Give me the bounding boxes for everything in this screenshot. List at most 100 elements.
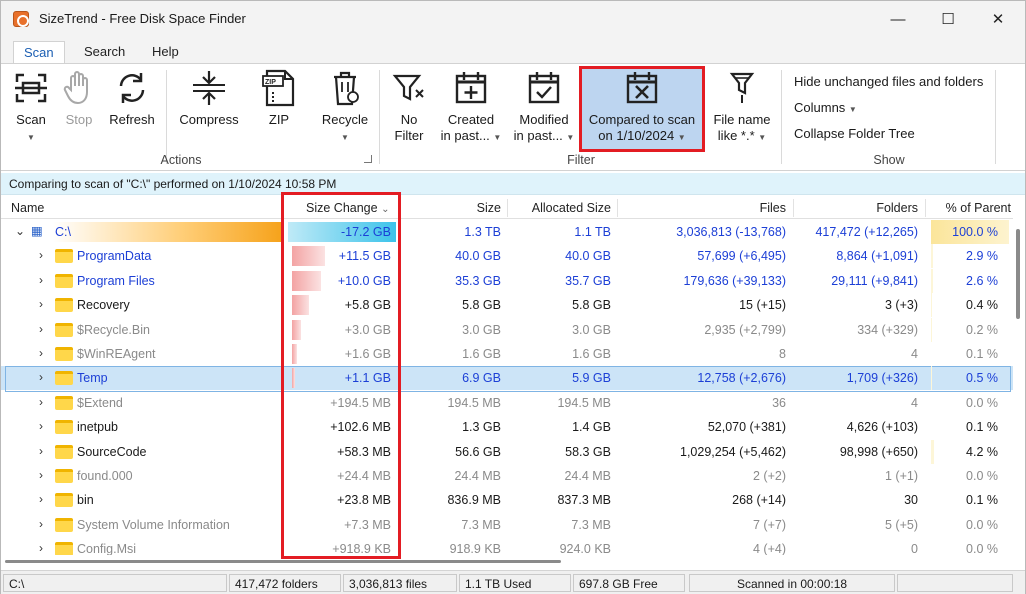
column-divider[interactable] — [399, 199, 400, 217]
tab-search[interactable]: Search — [74, 41, 135, 65]
calendar-tools-icon — [626, 72, 658, 104]
column-header-size-change[interactable]: Size Change ⌄ — [306, 201, 389, 215]
folder-name: Program Files — [77, 273, 155, 288]
tree-root-row[interactable]: ⌄ ▦ C:\ -17.2 GB 1.3 TB 1.1 TB 3,036,813 (-13,… — [1, 220, 1013, 244]
scroll-thumb[interactable] — [1016, 229, 1020, 319]
no-filter-label-2: Filter — [394, 128, 424, 143]
chevron-right-icon[interactable]: › — [39, 322, 43, 336]
chevron-right-icon[interactable]: › — [39, 346, 43, 360]
chevron-down-icon: ▼ — [677, 133, 686, 142]
table-row[interactable]: › found.000 +24.4 MB 24.4 MB 24.4 MB 2 (+2) 1 … — [1, 464, 1013, 488]
allocated-size-value: 58.3 GB — [565, 444, 611, 459]
percent-of-parent-value: 0.1 % — [966, 347, 998, 361]
percent-of-parent-value: 0.1 % — [966, 493, 998, 508]
percent-of-parent-value: 0.4 % — [966, 298, 998, 313]
table-row[interactable]: › SourceCode +58.3 MB 56.6 GB 58.3 GB 1,029,2… — [1, 439, 1013, 464]
table-row[interactable]: › $WinREAgent +1.6 GB 1.6 GB 1.6 GB 8 4 0.1 % — [1, 342, 1013, 366]
stop-button[interactable]: Stop — [59, 68, 99, 128]
compared-to-scan-content[interactable]: Compared to scan on 1/10/2024 ▼ — [582, 68, 702, 146]
chevron-right-icon[interactable]: › — [39, 541, 43, 555]
chevron-down-icon[interactable]: ⌄ — [15, 224, 25, 238]
maximize-button[interactable]: ☐ — [923, 1, 973, 37]
vertical-scrollbar[interactable] — [1013, 219, 1023, 555]
scroll-thumb[interactable] — [5, 560, 561, 563]
chevron-right-icon[interactable]: › — [39, 444, 43, 458]
hide-unchanged-button[interactable]: Hide unchanged files and folders — [794, 74, 983, 89]
chevron-right-icon[interactable]: › — [39, 248, 43, 262]
refresh-icon — [119, 73, 145, 103]
table-row[interactable]: › System Volume Information +7.3 MB 7.3 MB 7… — [1, 513, 1013, 537]
file-name-like-button[interactable]: File name like *.* ▼ — [711, 68, 773, 146]
drive-icon: ▦ — [31, 224, 43, 238]
horizontal-scrollbar[interactable] — [3, 555, 1013, 567]
table-row[interactable]: › $Recycle.Bin +3.0 GB 3.0 GB 3.0 GB 2,935 (+… — [1, 317, 1013, 342]
status-used: 1.1 TB Used — [459, 574, 571, 592]
minimize-button[interactable]: — — [873, 1, 923, 37]
tab-help[interactable]: Help — [142, 41, 189, 65]
created-label: Created — [447, 112, 495, 127]
column-divider[interactable] — [283, 199, 284, 217]
calendar-check-icon — [528, 72, 560, 104]
modified-in-past-button[interactable]: Modified in past... ▼ — [511, 68, 577, 146]
column-header-name[interactable]: Name — [11, 201, 44, 215]
table-row[interactable]: › Config.Msi +918.9 KB 918.9 KB 924.0 KB 4 (+… — [1, 537, 1013, 555]
collapse-folder-tree-button[interactable]: Collapse Folder Tree — [794, 126, 915, 141]
chevron-right-icon[interactable]: › — [39, 419, 43, 433]
created-in-past-button[interactable]: Created in past... ▼ — [439, 68, 503, 146]
allocated-size-value: 35.7 GB — [565, 273, 611, 288]
refresh-button[interactable]: Refresh — [107, 68, 157, 128]
folder-name: Temp — [77, 371, 108, 386]
folder-icon — [55, 273, 73, 288]
status-empty-panel — [897, 574, 1013, 592]
status-bar: C:\ 417,472 folders 3,036,813 files 1.1 … — [1, 570, 1025, 594]
size-change-value: +11.5 GB — [338, 249, 391, 264]
column-header-percent-of-parent[interactable]: % of Parent — [925, 201, 1011, 215]
chevron-right-icon[interactable]: › — [39, 492, 43, 506]
files-value: 57,699 (+6,495) — [697, 249, 786, 264]
table-row[interactable]: › $Extend +194.5 MB 194.5 MB 194.5 MB 36 4 0.0 … — [1, 391, 1013, 415]
chevron-right-icon[interactable]: › — [39, 517, 43, 531]
size-value: 1.6 GB — [462, 347, 501, 361]
chevron-right-icon[interactable]: › — [39, 370, 43, 384]
tab-scan[interactable]: Scan — [13, 41, 65, 65]
zip-button[interactable]: ZIP ZIP — [259, 68, 299, 128]
column-header-allocated-size[interactable]: Allocated Size — [507, 201, 611, 215]
close-button[interactable]: ✕ — [973, 1, 1023, 37]
status-free: 697.8 GB Free — [573, 574, 685, 592]
status-scan-time: Scanned in 00:00:18 — [689, 574, 895, 592]
folder-icon — [55, 371, 73, 386]
table-row[interactable]: › Temp +1.1 GB 6.9 GB 5.9 GB 12,758 (+2,676) 1… — [1, 366, 1013, 393]
column-header-size[interactable]: Size — [401, 201, 501, 215]
folder-icon — [55, 493, 73, 508]
stop-label: Stop — [65, 112, 93, 127]
filename-label: File name — [713, 112, 771, 127]
table-row[interactable]: › ProgramData +11.5 GB 40.0 GB 40.0 GB 57,699… — [1, 244, 1013, 269]
table-row[interactable]: › bin +23.8 MB 836.9 MB 837.3 MB 268 (+14) 30 0… — [1, 488, 1013, 513]
percent-of-parent-value: 2.6 % — [966, 273, 998, 288]
folder-grid[interactable]: Name Size Change ⌄ Size Allocated Size F… — [1, 197, 1013, 555]
recycle-button[interactable]: Recycle ▼ — [319, 68, 371, 146]
table-row[interactable]: › Program Files +10.0 GB 35.3 GB 35.7 GB 179,… — [1, 268, 1013, 293]
compress-button[interactable]: Compress — [175, 68, 243, 128]
app-logo-icon — [13, 11, 29, 27]
chevron-right-icon[interactable]: › — [39, 395, 43, 409]
folder-icon — [55, 517, 73, 532]
size-change-header-label: Size Change — [306, 201, 378, 215]
size-value: 1.3 TB — [464, 225, 501, 239]
table-row[interactable]: › inetpub +102.6 MB 1.3 GB 1.4 GB 52,070 (+38… — [1, 415, 1013, 440]
folder-icon — [55, 347, 73, 361]
scan-button[interactable]: Scan ▼ — [11, 68, 51, 146]
column-header-files[interactable]: Files — [617, 201, 786, 215]
column-header-folders[interactable]: Folders — [793, 201, 918, 215]
table-row[interactable]: › Recovery +5.8 GB 5.8 GB 5.8 GB 15 (+15) 3 (+… — [1, 293, 1013, 318]
dialog-launcher-icon[interactable] — [364, 155, 372, 163]
columns-dropdown[interactable]: Columns ▼ — [794, 100, 857, 115]
no-filter-button[interactable]: No Filter — [387, 68, 431, 144]
chevron-right-icon[interactable]: › — [39, 273, 43, 287]
allocated-size-value: 24.4 MB — [564, 469, 611, 483]
recycle-bin-icon — [334, 71, 359, 106]
compared-label-2: on 1/10/2024 — [598, 128, 675, 143]
chevron-right-icon[interactable]: › — [39, 468, 43, 482]
chevron-right-icon[interactable]: › — [39, 297, 43, 311]
chevron-down-icon: ▼ — [493, 133, 502, 142]
